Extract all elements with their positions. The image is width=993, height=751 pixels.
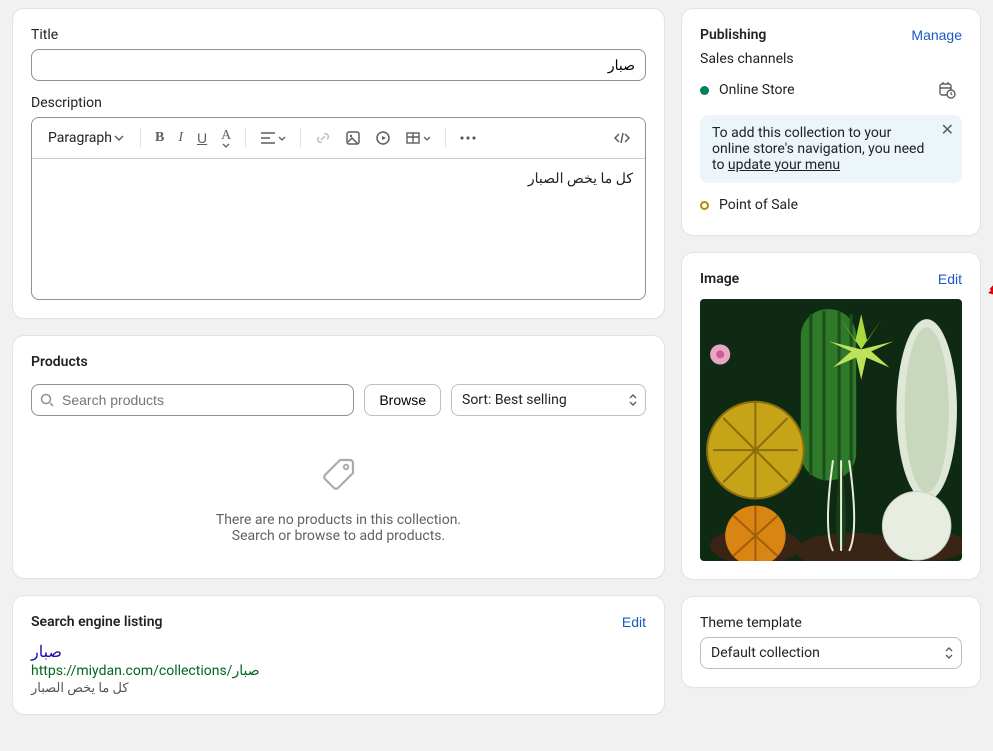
empty-line-1: There are no products in this collection…	[31, 512, 646, 528]
code-icon	[613, 131, 631, 145]
browse-button[interactable]: Browse	[364, 384, 441, 416]
collection-image[interactable]	[700, 299, 962, 561]
toolbar-separator	[140, 128, 141, 148]
bold-button[interactable]: B	[149, 126, 170, 150]
status-dot-icon	[700, 201, 709, 210]
products-empty-state: There are no products in this collection…	[31, 432, 646, 560]
align-icon	[260, 131, 276, 145]
search-products-input[interactable]	[31, 384, 354, 416]
products-heading: Products	[31, 354, 646, 370]
rte-toolbar: Paragraph B I U A	[32, 118, 645, 159]
seo-edit-button[interactable]: Edit	[622, 614, 646, 630]
annotation-arrow-icon	[984, 261, 993, 299]
seo-preview-title: صبار	[31, 642, 646, 661]
theme-template-card: Theme template Default collection	[681, 596, 981, 688]
publishing-card: Publishing Manage Sales channels Online …	[681, 8, 981, 236]
image-icon	[345, 130, 361, 146]
video-button[interactable]	[369, 126, 397, 150]
cactus-image-icon	[700, 299, 962, 561]
image-card: Image Edit	[681, 252, 981, 580]
update-menu-link[interactable]: update your menu	[728, 157, 840, 173]
link-icon	[315, 130, 331, 146]
image-button[interactable]	[339, 126, 367, 150]
products-card: Products Browse Sort: Best selling	[12, 335, 665, 579]
underline-button[interactable]: U	[191, 126, 213, 150]
table-icon	[405, 130, 421, 146]
paragraph-style-dropdown[interactable]: Paragraph	[40, 126, 132, 150]
seo-preview-url: https://miydan.com/collections/صبار	[31, 663, 646, 679]
close-banner-button[interactable]: ✕	[941, 123, 954, 139]
video-icon	[375, 130, 391, 146]
publishing-heading: Publishing	[700, 27, 766, 43]
rich-text-editor: Paragraph B I U A	[31, 117, 646, 300]
search-icon	[40, 393, 54, 407]
sort-select[interactable]: Sort: Best selling	[451, 384, 646, 416]
seo-heading: Search engine listing	[31, 614, 162, 630]
channel-label: Online Store	[719, 82, 795, 98]
image-edit-button[interactable]: Edit	[938, 271, 962, 287]
title-label: Title	[31, 27, 646, 43]
paragraph-style-label: Paragraph	[48, 130, 112, 146]
toolbar-separator	[245, 128, 246, 148]
title-description-card: Title Description Paragraph B I U	[12, 8, 665, 319]
empty-line-2: Search or browse to add products.	[31, 528, 646, 544]
more-button[interactable]	[454, 132, 482, 144]
link-button[interactable]	[309, 126, 337, 150]
theme-template-value: Default collection	[711, 645, 820, 661]
manage-button[interactable]: Manage	[911, 27, 962, 43]
calendar-clock-icon	[938, 81, 956, 99]
status-dot-icon	[700, 86, 709, 95]
toolbar-separator	[445, 128, 446, 148]
table-button[interactable]	[399, 126, 437, 150]
sales-channels-label: Sales channels	[700, 51, 962, 67]
sort-value: Best selling	[495, 392, 567, 408]
text-color-button[interactable]: A	[215, 124, 237, 152]
theme-template-label: Theme template	[700, 615, 962, 631]
seo-card: Search engine listing Edit صبار https://…	[12, 595, 665, 715]
channel-point-of-sale: Point of Sale	[700, 193, 962, 217]
source-code-button[interactable]	[607, 127, 637, 149]
title-input[interactable]	[31, 49, 646, 81]
theme-template-select[interactable]: Default collection	[700, 637, 962, 669]
ellipsis-icon	[460, 136, 476, 140]
seo-preview-description: كل ما يخص الصبار	[31, 681, 646, 696]
description-editor[interactable]: كل ما يخص الصبار	[32, 159, 645, 299]
tag-icon	[317, 452, 361, 496]
toolbar-separator	[300, 128, 301, 148]
sort-prefix: Sort:	[462, 392, 495, 408]
image-heading: Image	[700, 271, 739, 287]
italic-button[interactable]: I	[172, 126, 189, 150]
close-icon: ✕	[941, 122, 954, 139]
description-label: Description	[31, 95, 646, 111]
align-button[interactable]	[254, 127, 292, 149]
channel-label: Point of Sale	[719, 197, 798, 213]
chevron-down-icon	[114, 133, 124, 143]
channel-online-store: Online Store	[700, 73, 962, 107]
navigation-info-banner: To add this collection to your online st…	[700, 115, 962, 183]
schedule-button[interactable]	[932, 77, 962, 103]
